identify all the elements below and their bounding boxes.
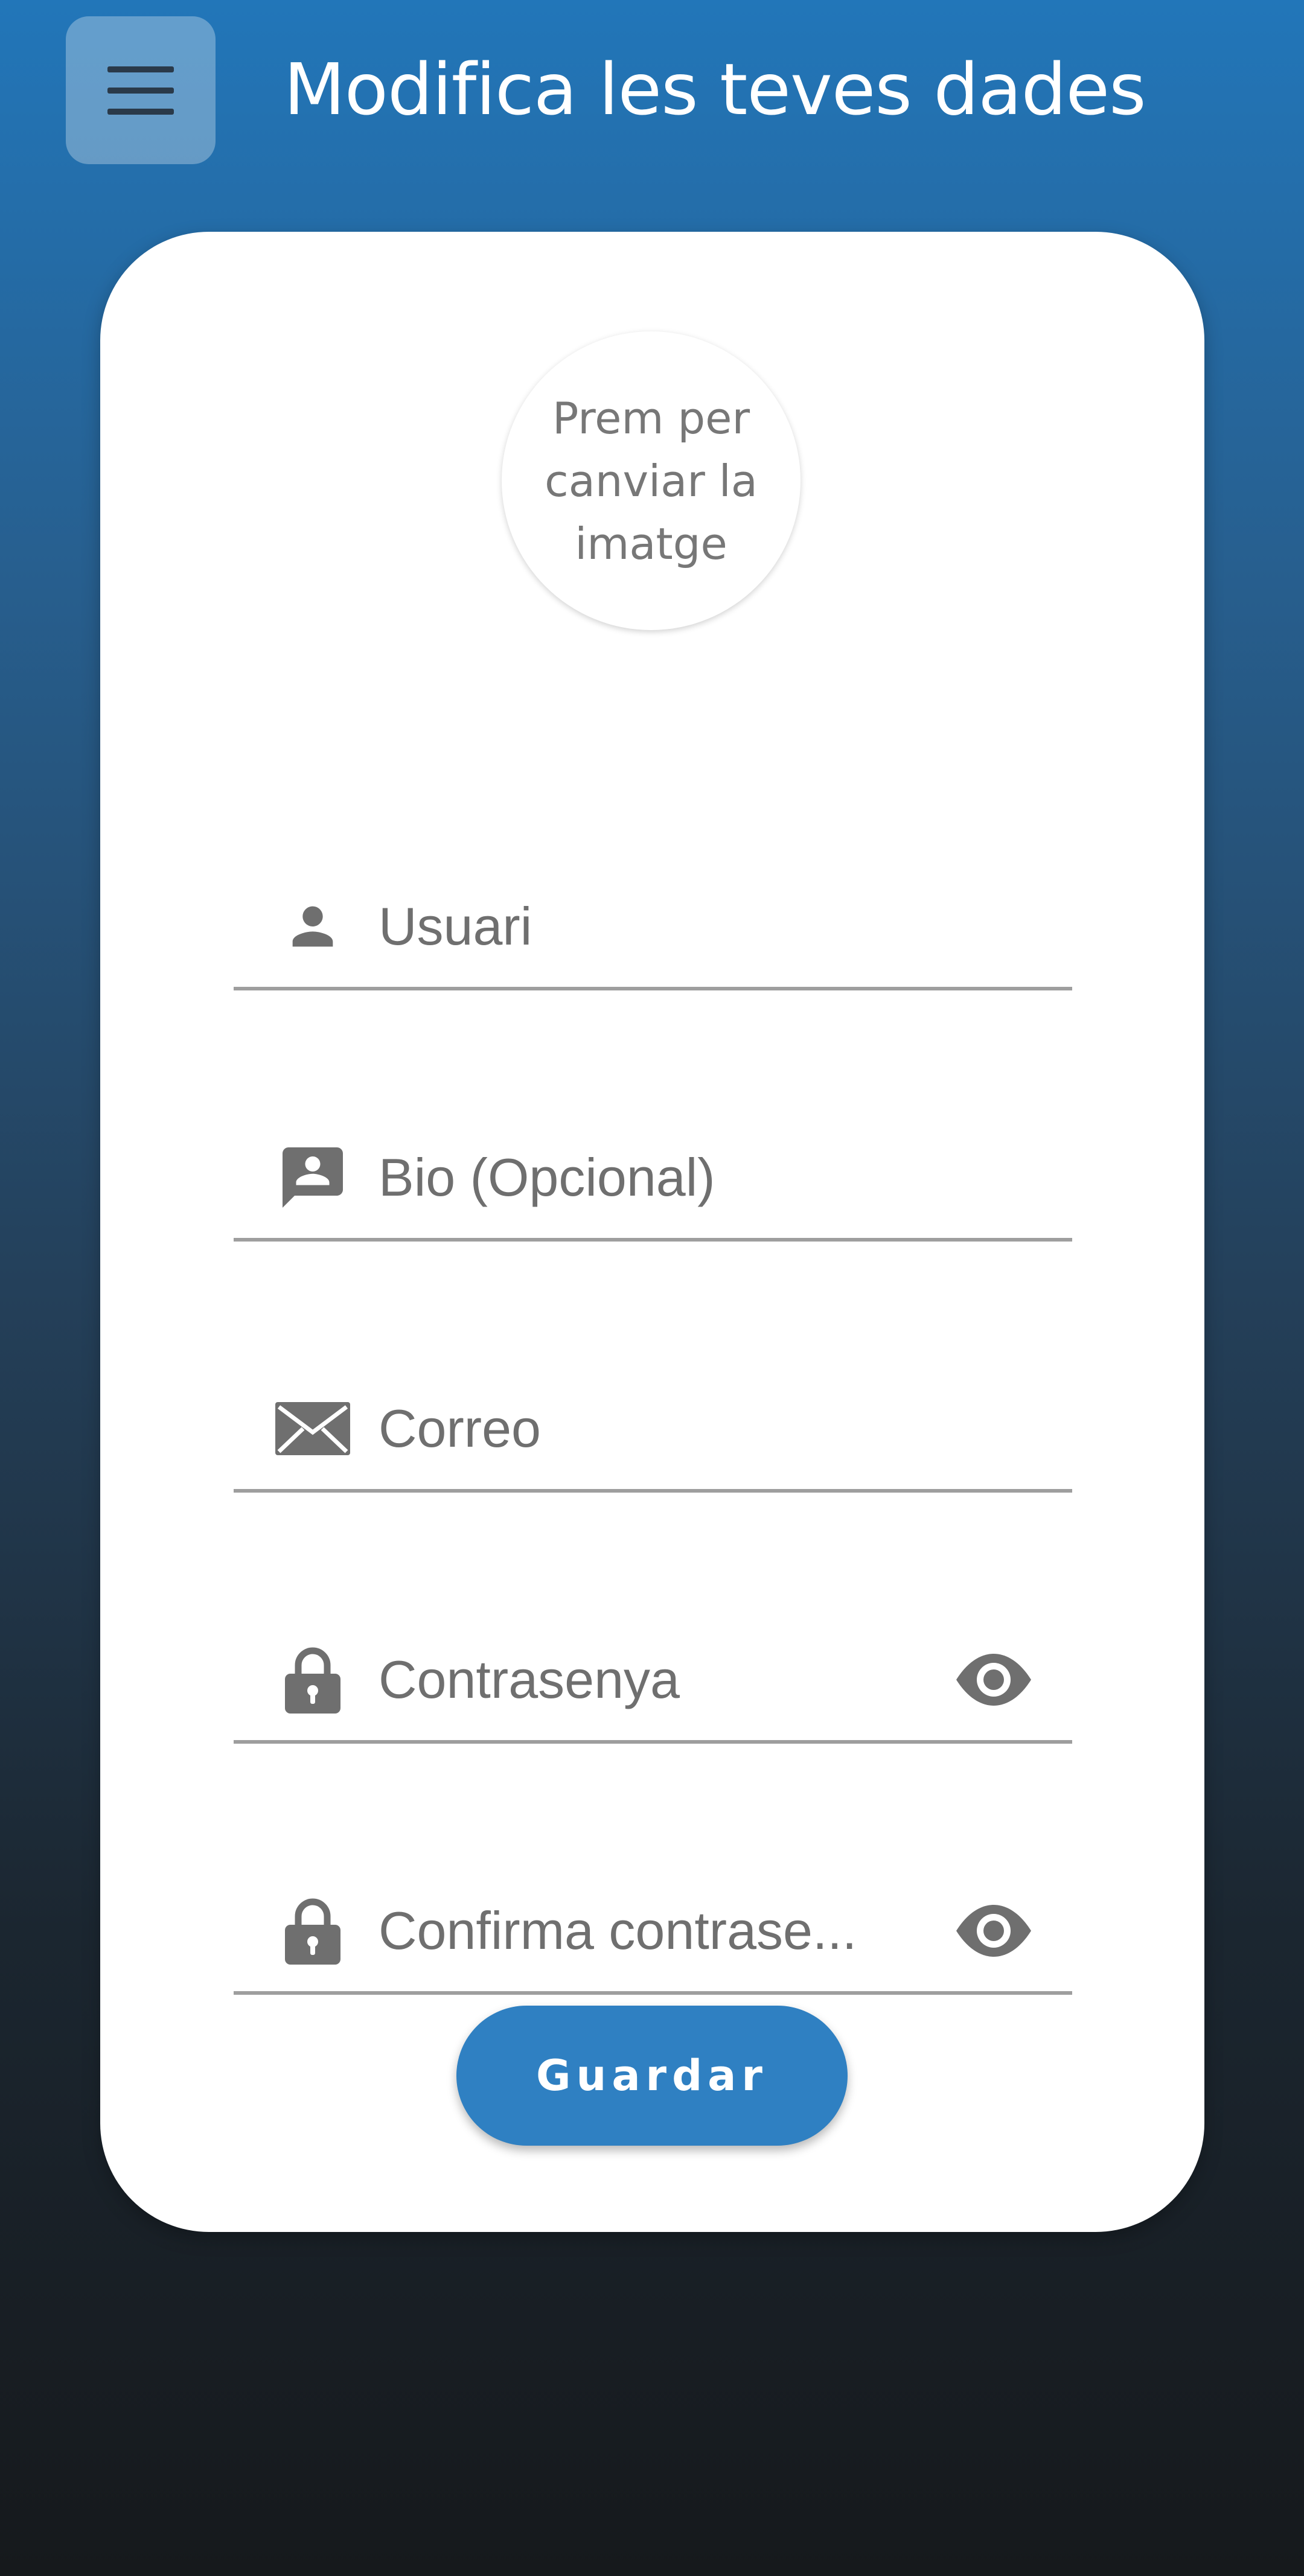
bio-input[interactable] (379, 1135, 982, 1220)
page-title: Modifica les teves dades (284, 48, 1146, 131)
email-field[interactable] (234, 1368, 1072, 1493)
save-button[interactable]: Guardar (456, 2006, 848, 2146)
eye-icon[interactable] (951, 1637, 1036, 1722)
bio-field[interactable] (234, 1117, 1072, 1242)
hamburger-menu-icon (107, 66, 174, 115)
menu-button[interactable] (66, 16, 216, 164)
confirm-password-input[interactable] (379, 1889, 861, 1973)
username-field[interactable] (234, 866, 1072, 990)
avatar-picker-label: Prem per canviar la imatge (545, 392, 758, 569)
email-input[interactable] (379, 1386, 982, 1471)
password-field[interactable] (234, 1619, 1072, 1744)
confirm-password-field[interactable] (234, 1870, 1072, 1995)
password-input[interactable] (379, 1637, 861, 1722)
username-input[interactable] (379, 884, 982, 969)
avatar-picker[interactable]: Prem per canviar la imatge (502, 331, 801, 630)
lock-icon (273, 1891, 353, 1971)
lock-icon (273, 1640, 353, 1720)
contact-bubble-icon (273, 1138, 353, 1217)
envelope-icon (273, 1389, 353, 1468)
edit-profile-card: Prem per canviar la imatge Usuari Bio (O… (100, 232, 1204, 2232)
eye-icon[interactable] (951, 1889, 1036, 1973)
person-icon (273, 887, 353, 966)
